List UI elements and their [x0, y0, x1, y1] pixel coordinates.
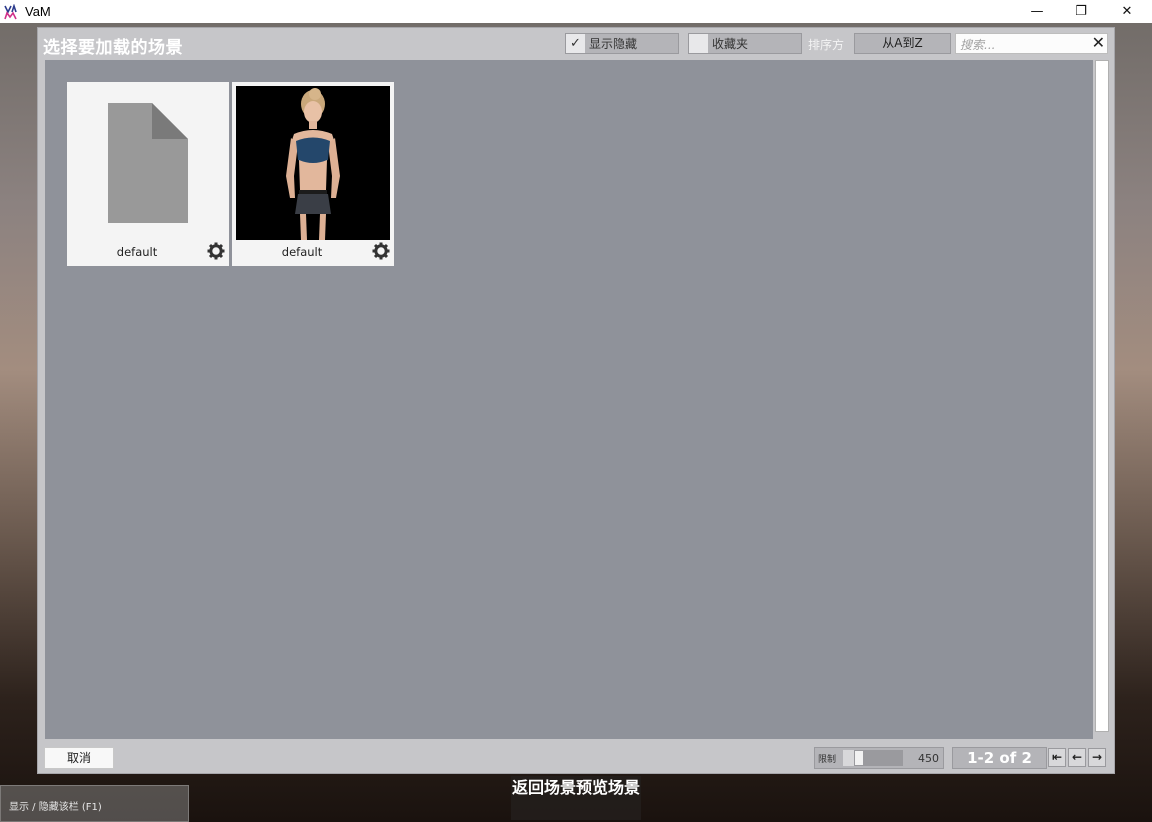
checkmark-icon: ✓ — [566, 34, 585, 53]
file-icon — [71, 86, 225, 240]
vertical-scrollbar[interactable] — [1094, 60, 1110, 739]
first-page-button[interactable]: ⇤ — [1048, 748, 1066, 767]
show-hidden-toggle[interactable]: ✓ 显示隐藏 — [565, 33, 679, 54]
close-window-button[interactable]: ✕ — [1104, 0, 1150, 23]
scene-grid: default default — [45, 60, 1093, 739]
toggle-bar-button[interactable]: 显示 / 隐藏该栏 (F1) — [0, 785, 189, 822]
prev-page-button[interactable]: ← — [1068, 748, 1086, 767]
dialog-title: 选择要加载的场景 — [43, 38, 183, 58]
window-title: VaM — [25, 4, 51, 19]
toggle-bar-label: 显示 / 隐藏该栏 (F1) — [9, 802, 102, 813]
vam-logo-icon — [4, 2, 20, 20]
limit-slider[interactable] — [843, 750, 903, 766]
clear-search-icon[interactable]: ✕ — [1092, 33, 1105, 52]
cancel-button[interactable]: 取消 — [44, 747, 114, 769]
favorites-label: 收藏夹 — [712, 37, 749, 51]
window-titlebar: VaM — ❐ ✕ — [0, 0, 1152, 23]
scene-browser-dialog: 选择要加载的场景 ✓ 显示隐藏 收藏夹 排序方 从A到Z ✕ default — [37, 27, 1115, 774]
scene-card[interactable]: default — [67, 82, 229, 266]
next-page-button[interactable]: → — [1088, 748, 1106, 767]
gear-icon[interactable] — [207, 242, 225, 260]
page-info: 1-2 of 2 — [952, 747, 1047, 769]
checkbox-empty-icon — [689, 34, 708, 53]
return-to-preview-button[interactable]: 返回场景预览场景 — [511, 776, 641, 820]
character-photo — [236, 86, 390, 240]
limit-slider-fill — [843, 750, 854, 766]
restore-button[interactable]: ❐ — [1058, 0, 1104, 23]
show-hidden-label: 显示隐藏 — [589, 37, 638, 51]
scene-card[interactable]: default — [232, 82, 394, 266]
sort-order-button[interactable]: 从A到Z — [854, 33, 951, 54]
scrollbar-thumb[interactable] — [1095, 60, 1109, 732]
search-box: ✕ — [955, 33, 1108, 54]
gear-icon[interactable] — [372, 242, 390, 260]
favorites-toggle[interactable]: 收藏夹 — [688, 33, 802, 54]
limit-control: 限制 450 — [814, 747, 944, 769]
sort-label: 排序方 — [808, 38, 845, 52]
background-decor — [457, 76, 467, 111]
scene-name: default — [281, 245, 323, 259]
limit-slider-handle[interactable] — [854, 750, 864, 766]
minimize-button[interactable]: — — [1014, 0, 1060, 23]
search-input[interactable] — [958, 35, 1090, 54]
limit-label: 限制 — [818, 755, 837, 765]
scene-name: default — [116, 245, 158, 259]
limit-value: 450 — [918, 752, 939, 765]
